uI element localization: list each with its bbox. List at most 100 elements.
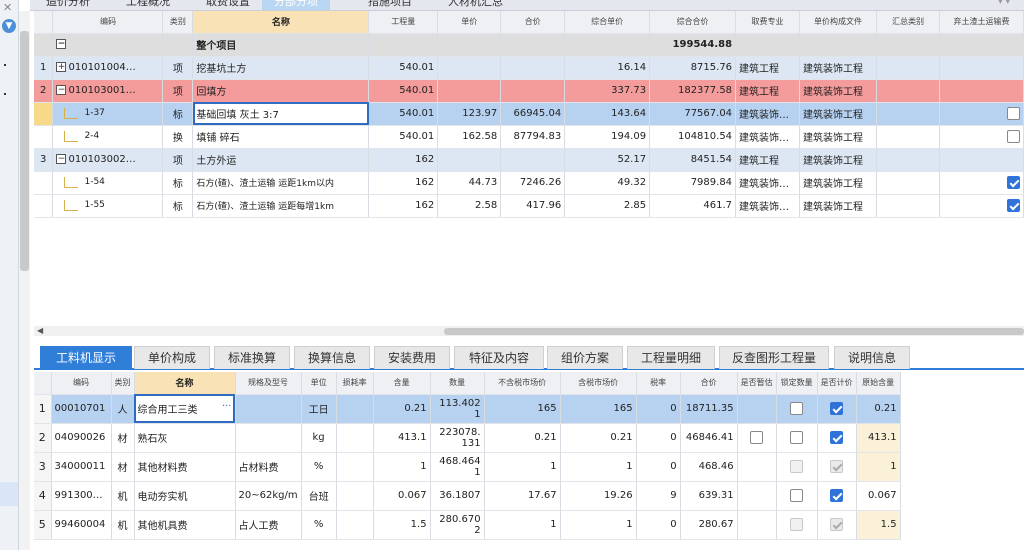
scroll-left-icon[interactable]: ◀ <box>37 326 43 335</box>
fee-discipline-cell[interactable]: 建筑装饰… <box>735 171 801 195</box>
code-cell[interactable]: 34000011 <box>51 452 112 482</box>
header-amount[interactable]: 合价 <box>500 11 566 34</box>
header-summary-category[interactable]: 汇总类别 <box>876 11 940 34</box>
content-cell[interactable]: 1 <box>373 452 431 482</box>
name-cell[interactable]: 整个项目 <box>192 33 370 57</box>
category-cell[interactable]: 项 <box>162 56 194 80</box>
table-row[interactable]: 3 −010103002… 项 土方外运 162 52.17 8451.54 建… <box>34 148 1024 172</box>
quantity-cell[interactable]: 223078.131 <box>430 423 485 453</box>
price-file-cell[interactable]: 建筑装饰工程 <box>799 148 877 172</box>
market-price-no-tax-cell[interactable]: 1 <box>484 510 561 540</box>
name-cell[interactable]: 挖基坑土方 <box>192 56 370 80</box>
table-row[interactable]: 3 34000011 材 其他材料费 占材料费 % 1 468.4641 1 1… <box>34 452 901 482</box>
price-file-cell[interactable]: 建筑装饰工程 <box>799 102 877 126</box>
category-cell[interactable]: 材 <box>111 423 135 453</box>
name-cell[interactable]: 填铺 碎石 <box>192 125 370 149</box>
header-unit[interactable]: 单位 <box>301 372 337 395</box>
tab-measures[interactable]: 措施项目 <box>368 0 412 10</box>
project-total-row[interactable]: − 整个项目 199544.88 <box>34 33 1024 57</box>
tab-resource-display[interactable]: 工料机显示 <box>40 346 132 369</box>
quantity-cell[interactable]: 162 <box>368 194 439 218</box>
horizontal-scrollbar[interactable]: ◀ <box>34 326 1024 336</box>
name-cell[interactable]: 土方外运 <box>192 148 370 172</box>
tab-fee-settings[interactable]: 取费设置 <box>206 0 250 10</box>
category-cell[interactable]: 材 <box>111 452 135 482</box>
header-category[interactable]: 类别 <box>162 11 194 34</box>
close-icon[interactable]: ✕ <box>3 1 12 14</box>
collapse-icon[interactable]: − <box>56 85 67 95</box>
category-cell[interactable]: 标 <box>162 171 194 195</box>
table-row[interactable]: 4 991300… 机 电动夯实机 20~62kg/m 台班 0.067 36.… <box>34 481 901 511</box>
tax-rate-cell[interactable]: 0 <box>636 452 681 482</box>
summary-category-cell[interactable] <box>876 171 940 195</box>
market-price-no-tax-cell[interactable]: 165 <box>484 394 561 424</box>
summary-category-cell[interactable] <box>876 194 940 218</box>
code-cell[interactable]: 2-4 <box>52 125 164 149</box>
code-cell[interactable]: 04090026 <box>51 423 112 453</box>
header-name[interactable]: 名称 <box>134 372 236 395</box>
spoil-transport-checkbox[interactable] <box>1007 199 1020 212</box>
quantity-cell[interactable]: 540.01 <box>368 56 439 80</box>
name-cell-editing[interactable]: 基础回填 灰土 3:7 <box>192 102 370 126</box>
summary-category-cell[interactable] <box>876 56 940 80</box>
header-name[interactable]: 名称 <box>192 11 370 34</box>
loss-rate-cell[interactable] <box>336 423 374 453</box>
unit-price-cell[interactable] <box>437 79 502 103</box>
tab-bill-items[interactable]: 分部分项 <box>262 0 330 10</box>
quantity-cell[interactable]: 162 <box>368 148 439 172</box>
spoil-transport-checkbox[interactable] <box>1007 176 1020 189</box>
tax-rate-cell[interactable]: 0 <box>636 423 681 453</box>
tab-reverse-graphic-quantity[interactable]: 反查图形工程量 <box>719 346 829 369</box>
fee-discipline-cell[interactable]: 建筑装饰… <box>735 194 801 218</box>
priced-checkbox[interactable] <box>830 489 844 502</box>
code-cell[interactable]: 1-54 <box>52 171 164 195</box>
fee-discipline-cell[interactable]: 建筑装饰… <box>735 125 801 149</box>
quantity-cell[interactable]: 36.1807 <box>430 481 485 511</box>
content-cell[interactable]: 0.067 <box>373 481 431 511</box>
unit-price-cell[interactable]: 44.73 <box>437 171 502 195</box>
market-price-tax-cell[interactable]: 1 <box>560 510 637 540</box>
tab-quantity-detail[interactable]: 工程量明细 <box>627 346 715 369</box>
scrollbar-thumb[interactable] <box>20 31 29 271</box>
priced-checkbox[interactable] <box>830 431 844 444</box>
lock-quantity-checkbox[interactable] <box>790 489 804 502</box>
lock-quantity-checkbox[interactable] <box>790 431 804 444</box>
table-row[interactable]: 2-4 换 填铺 碎石 540.01 162.58 87794.83 194.0… <box>34 125 1024 149</box>
category-cell[interactable]: 项 <box>162 148 194 172</box>
summary-category-cell[interactable] <box>876 102 940 126</box>
quantity-cell[interactable]: 113.4021 <box>430 394 485 424</box>
header-category[interactable]: 类别 <box>111 372 135 395</box>
price-file-cell[interactable]: 建筑装饰工程 <box>799 56 877 80</box>
code-cell[interactable]: +010101004… <box>52 56 164 80</box>
price-file-cell[interactable]: 建筑装饰工程 <box>799 194 877 218</box>
market-price-tax-cell[interactable]: 0.21 <box>560 423 637 453</box>
unit-price-cell[interactable] <box>437 148 502 172</box>
quantity-cell[interactable]: 540.01 <box>368 79 439 103</box>
name-cell[interactable]: 石方(碴)、渣土运输 运距1km以内 <box>192 171 370 195</box>
priced-checkbox[interactable] <box>830 402 844 415</box>
scrollbar-thumb[interactable] <box>444 328 1024 335</box>
header-quantity[interactable]: 数量 <box>430 372 485 395</box>
fee-discipline-cell[interactable]: 建筑工程 <box>735 79 801 103</box>
spec-cell[interactable]: 20~62kg/m <box>235 481 302 511</box>
quantity-cell[interactable]: 280.6702 <box>430 510 485 540</box>
loss-rate-cell[interactable] <box>336 510 374 540</box>
code-cell[interactable]: 991300… <box>51 481 112 511</box>
quantity-cell[interactable]: 468.4641 <box>430 452 485 482</box>
spec-cell[interactable] <box>235 394 302 424</box>
code-cell[interactable]: 1-37 <box>52 102 164 126</box>
header-amount[interactable]: 合价 <box>680 372 738 395</box>
table-row-selected[interactable]: 1 00010701 人 综合用工三类 ··· 工日 0.21 113.4021 … <box>34 394 901 424</box>
tab-unit-price-composition[interactable]: 单价构成 <box>134 346 210 369</box>
header-unit-price[interactable]: 单价 <box>437 11 502 34</box>
summary-category-cell[interactable] <box>876 125 940 149</box>
category-cell[interactable]: 机 <box>111 481 135 511</box>
market-price-no-tax-cell[interactable]: 0.21 <box>484 423 561 453</box>
left-panel-selected-item[interactable] <box>0 482 18 506</box>
tax-rate-cell[interactable]: 0 <box>636 394 681 424</box>
collapse-down-icon[interactable]: ▼ <box>2 19 16 33</box>
content-cell[interactable]: 413.1 <box>373 423 431 453</box>
unit-price-cell[interactable] <box>437 56 502 80</box>
unit-cell[interactable]: % <box>301 452 337 482</box>
table-row[interactable]: 1 +010101004… 项 挖基坑土方 540.01 16.14 8715.… <box>34 56 1024 80</box>
